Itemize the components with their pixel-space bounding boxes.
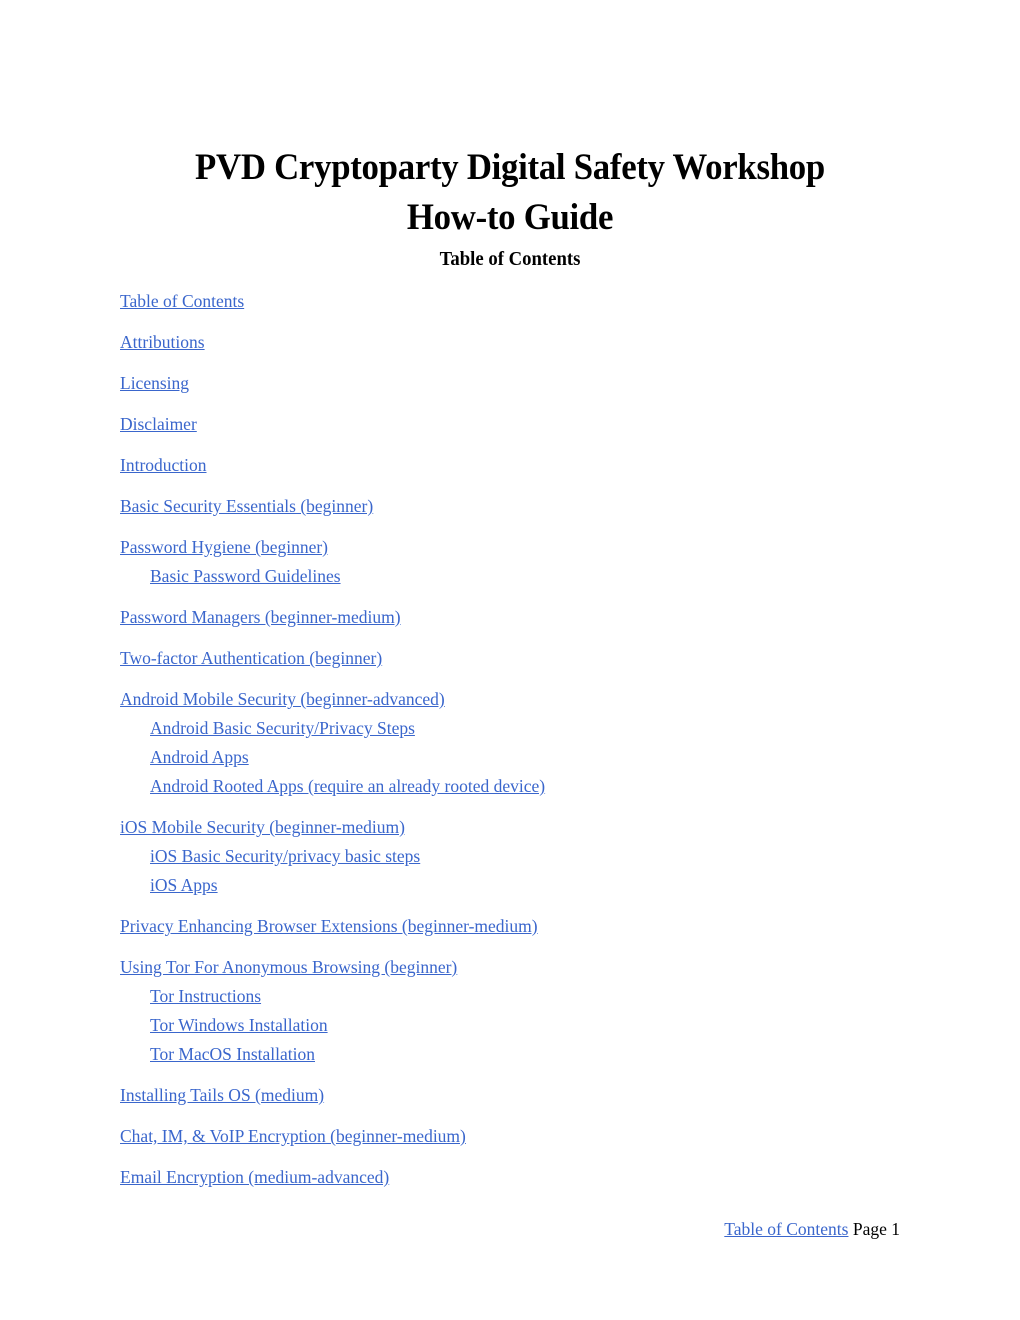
toc-entry: iOS Basic Security/privacy basic steps: [150, 846, 920, 867]
toc-link[interactable]: Privacy Enhancing Browser Extensions (be…: [120, 916, 538, 936]
footer-toc-link[interactable]: Table of Contents: [724, 1219, 848, 1239]
toc-entry: Basic Password Guidelines: [150, 566, 920, 587]
page-title: PVD Cryptoparty Digital Safety Workshop …: [143, 143, 876, 243]
toc-entry: Chat, IM, & VoIP Encryption (beginner-me…: [120, 1126, 920, 1147]
toc-entry: Privacy Enhancing Browser Extensions (be…: [120, 916, 920, 937]
table-of-contents: Table of Contents Attributions Licensing Di…: [120, 291, 920, 1188]
toc-link[interactable]: Android Basic Security/Privacy Steps: [150, 718, 415, 738]
document-page: PVD Cryptoparty Digital Safety Workshop …: [0, 0, 1020, 1320]
toc-link[interactable]: Basic Security Essentials (beginner): [120, 496, 373, 516]
page-title-line-1: PVD Cryptoparty Digital Safety Workshop: [195, 146, 825, 188]
toc-link[interactable]: iOS Mobile Security (beginner-medium): [120, 817, 405, 837]
toc-entry: Disclaimer: [120, 414, 920, 435]
toc-entry: Two-factor Authentication (beginner): [120, 648, 920, 669]
toc-entry: Table of Contents: [120, 291, 920, 312]
toc-link[interactable]: Disclaimer: [120, 414, 197, 434]
toc-link[interactable]: Two-factor Authentication (beginner): [120, 648, 382, 668]
toc-link[interactable]: Tor Instructions: [150, 986, 261, 1006]
toc-entry: Password Managers (beginner-medium): [120, 607, 920, 628]
toc-entry: Tor MacOS Installation: [150, 1044, 920, 1065]
toc-link[interactable]: Tor Windows Installation: [150, 1015, 328, 1035]
toc-link[interactable]: Email Encryption (medium-advanced): [120, 1167, 389, 1187]
toc-entry: Email Encryption (medium-advanced): [120, 1167, 920, 1188]
toc-link[interactable]: Tor MacOS Installation: [150, 1044, 315, 1064]
toc-link[interactable]: Android Apps: [150, 747, 249, 767]
toc-link[interactable]: Chat, IM, & VoIP Encryption (beginner-me…: [120, 1126, 466, 1146]
toc-heading: Table of Contents: [439, 249, 581, 270]
toc-entry: Android Apps: [150, 747, 920, 768]
toc-entry: Installing Tails OS (medium): [120, 1085, 920, 1106]
toc-link[interactable]: Introduction: [120, 455, 207, 475]
toc-link[interactable]: Password Managers (beginner-medium): [120, 607, 401, 627]
toc-entry: iOS Apps: [150, 875, 920, 896]
toc-link[interactable]: Android Rooted Apps (require an already …: [150, 776, 545, 796]
toc-link[interactable]: Licensing: [120, 373, 189, 393]
toc-entry: Tor Instructions: [150, 986, 920, 1007]
toc-entry: Tor Windows Installation: [150, 1015, 920, 1036]
toc-link[interactable]: Password Hygiene (beginner): [120, 537, 328, 557]
toc-link[interactable]: iOS Basic Security/privacy basic steps: [150, 846, 420, 866]
toc-entry: Password Hygiene (beginner): [120, 537, 920, 558]
toc-entry: Attributions: [120, 332, 920, 353]
toc-entry: Licensing: [120, 373, 920, 394]
toc-link[interactable]: Basic Password Guidelines: [150, 566, 341, 586]
toc-entry: Using Tor For Anonymous Browsing (beginn…: [120, 957, 920, 978]
toc-entry: Android Mobile Security (beginner-advanc…: [120, 689, 920, 710]
toc-entry: Basic Security Essentials (beginner): [120, 496, 920, 517]
toc-link[interactable]: Installing Tails OS (medium): [120, 1085, 324, 1105]
toc-link[interactable]: Using Tor For Anonymous Browsing (beginn…: [120, 957, 457, 977]
toc-entry: Android Basic Security/Privacy Steps: [150, 718, 920, 739]
page-footer: Table of Contents Page 1: [120, 1218, 900, 1240]
toc-link[interactable]: Table of Contents: [120, 291, 244, 311]
toc-link[interactable]: Attributions: [120, 332, 205, 352]
toc-entry: Introduction: [120, 455, 920, 476]
toc-link[interactable]: iOS Apps: [150, 875, 218, 895]
toc-link[interactable]: Android Mobile Security (beginner-advanc…: [120, 689, 445, 709]
page-title-line-2: How-to Guide: [406, 196, 614, 238]
toc-entry: Android Rooted Apps (require an already …: [150, 776, 920, 797]
footer-page-number: Page 1: [848, 1219, 900, 1239]
toc-entry: iOS Mobile Security (beginner-medium): [120, 817, 920, 838]
